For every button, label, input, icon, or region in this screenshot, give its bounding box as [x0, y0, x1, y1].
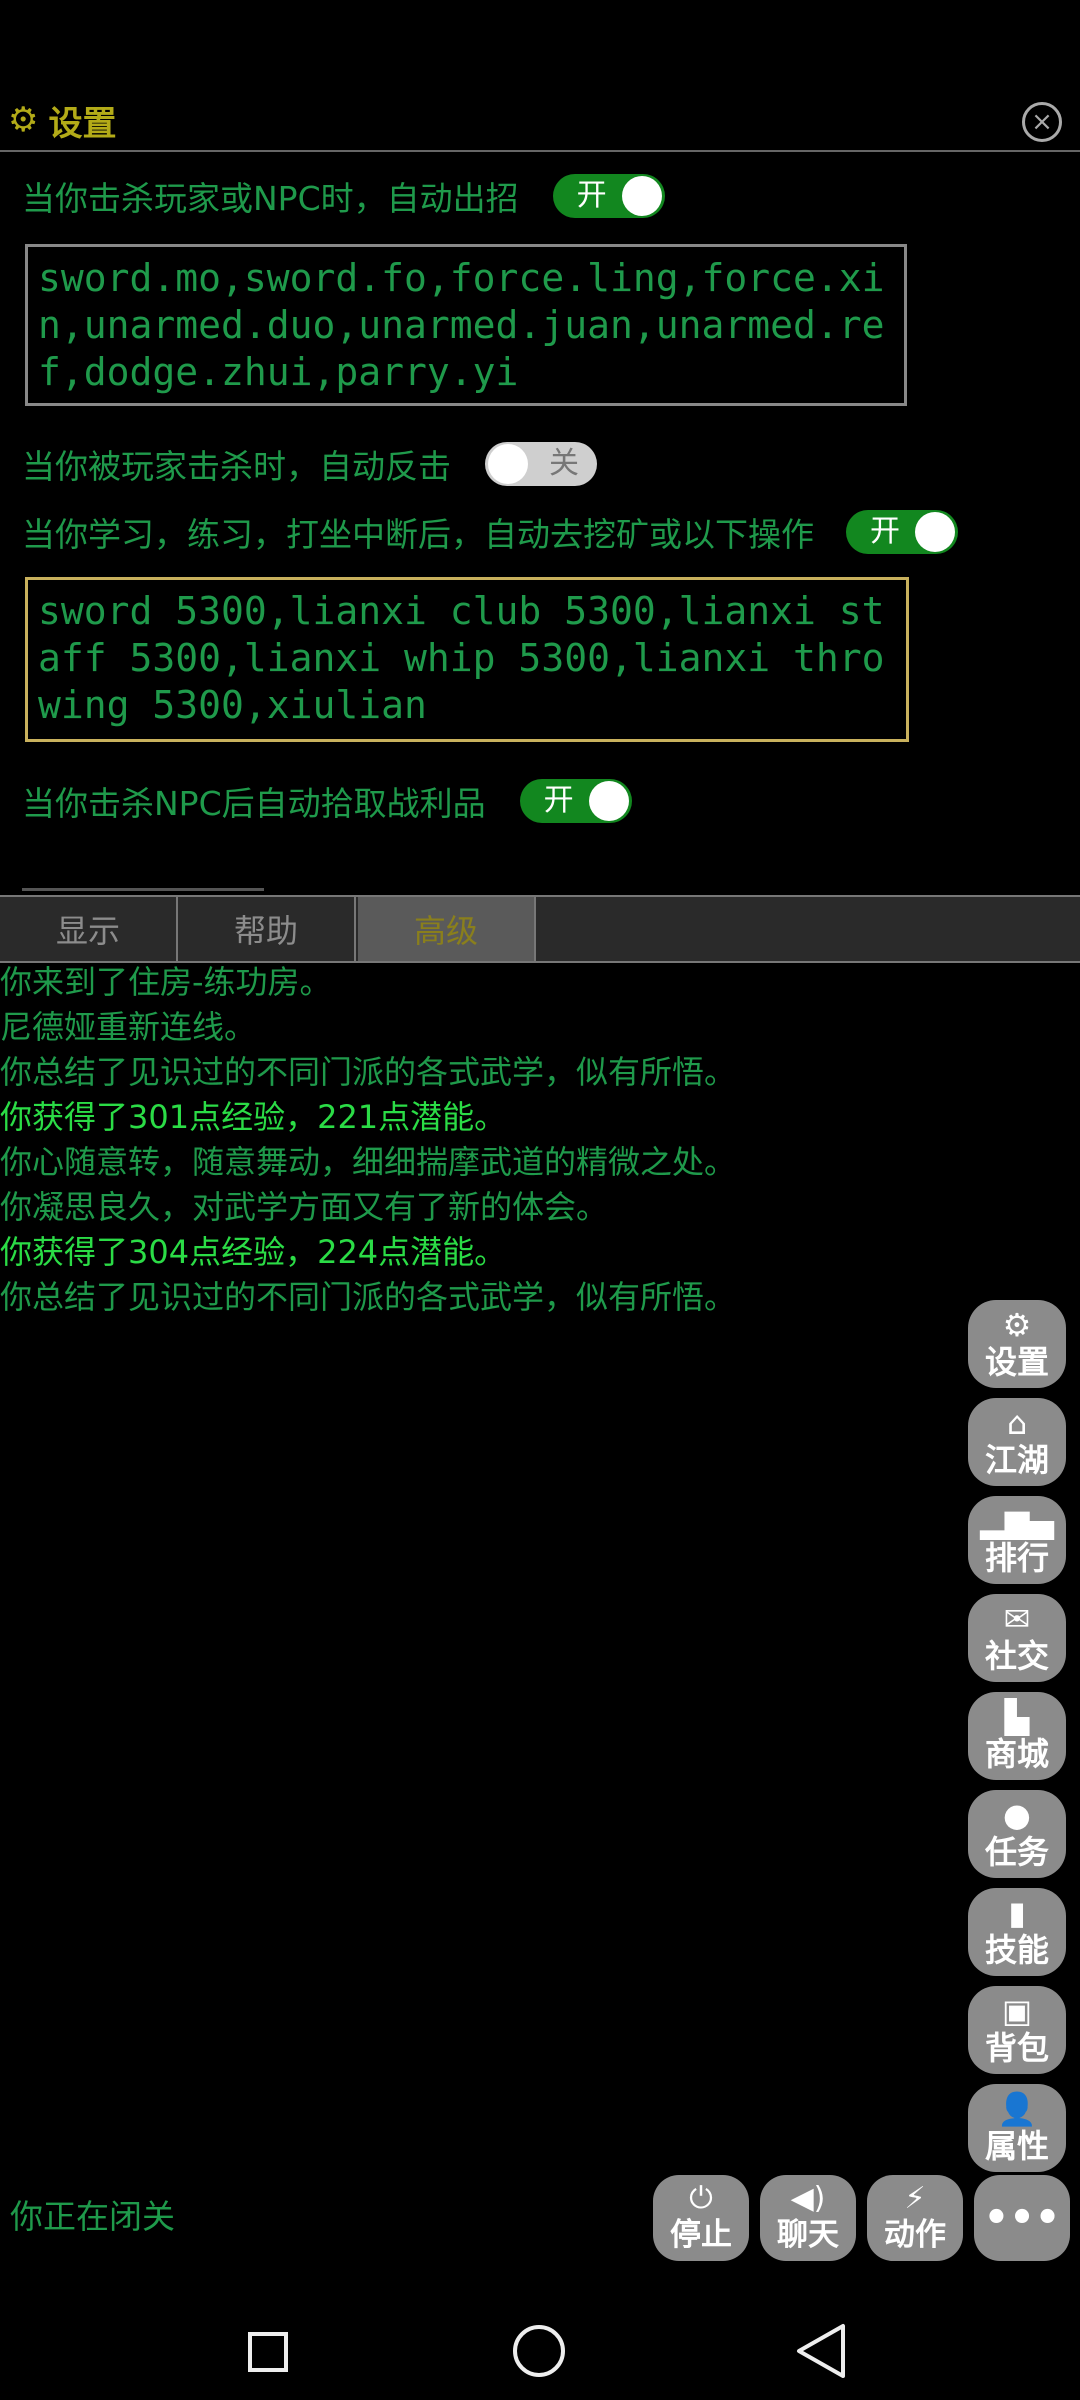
action-button[interactable]: ⚡ 动作	[867, 2175, 963, 2261]
bottom-button-label: 聊天	[777, 2217, 839, 2253]
log-line: 你来到了住房-练功房。	[0, 963, 332, 1001]
envelope-icon: ✉	[1003, 1600, 1031, 1638]
kill-auto-attack-toggle[interactable]: 开	[552, 174, 665, 218]
side-button-shop[interactable]: ▙ 商城	[968, 1692, 1066, 1780]
book-icon: ▮	[1008, 1894, 1026, 1932]
settings-header: ⚙ 设置 ×	[0, 90, 1080, 152]
bar-chart-icon: ▂▆▄	[980, 1502, 1054, 1540]
interrupt-commands-textarea[interactable]: p..... ..... ....... ......... , sword 5…	[25, 577, 909, 742]
settings-title-text: 设置	[48, 103, 117, 144]
side-button-settings[interactable]: ⚙ 设置	[968, 1300, 1066, 1388]
home-icon: ⌂	[1006, 1404, 1028, 1442]
home-nav-icon[interactable]	[513, 2325, 565, 2377]
power-icon: ⏻	[689, 2181, 713, 2216]
toggle-state-label: 关	[549, 446, 579, 481]
bottom-button-label: 停止	[670, 2217, 732, 2253]
log-line-highlight: 你获得了301点经验，221点潜能。	[0, 1098, 507, 1136]
log-line: 你总结了见识过的不同门派的各式武学，似有所悟。	[0, 1278, 737, 1316]
tab-display[interactable]: 显示	[0, 897, 178, 961]
more-icon: •••	[983, 2195, 1061, 2241]
close-icon[interactable]: ×	[1022, 102, 1062, 142]
kill-auto-attack-row: 当你击杀玩家或NPC时，自动出招 开	[22, 172, 665, 220]
message-log: 你来到了住房-练功房。 尼德娅重新连线。 你总结了见识过的不同门派的各式武学，似…	[0, 960, 960, 1320]
tab-advanced[interactable]: 高级	[358, 897, 536, 961]
toggle-knob	[488, 444, 528, 484]
lightning-icon: ⚡	[904, 2181, 926, 2216]
side-button-label: 排行	[984, 1539, 1049, 1577]
back-icon[interactable]	[795, 2322, 847, 2380]
side-button-inventory[interactable]: ▣ 背包	[968, 1986, 1066, 2074]
user-icon: 👤	[997, 2090, 1037, 2128]
status-text: 你正在闭关	[10, 2197, 175, 2236]
bottom-button-label: 动作	[884, 2217, 946, 2253]
interrupt-action-toggle[interactable]: 开	[846, 510, 958, 554]
log-line: 你心随意转，随意舞动，细细揣摩武道的精微之处。	[0, 1143, 737, 1181]
more-button[interactable]: •••	[974, 2175, 1070, 2261]
side-button-social[interactable]: ✉ 社交	[968, 1594, 1066, 1682]
toggle-state-label: 开	[576, 178, 607, 213]
side-button-label: 社交	[984, 1637, 1049, 1675]
speaker-icon: ◀)	[790, 2181, 826, 2216]
settings-tabs: 显示 帮助 高级	[0, 895, 1080, 963]
attack-skills-textarea[interactable]: sword.mo,sword.fo,force.ling,force.xin,u…	[25, 244, 907, 406]
toggle-state-label: 开	[543, 783, 574, 818]
side-button-quests[interactable]: ● 任务	[968, 1790, 1066, 1878]
gear-icon: ⚙	[8, 100, 39, 140]
side-button-attributes[interactable]: 👤 属性	[968, 2084, 1066, 2172]
side-button-label: 背包	[984, 2029, 1049, 2067]
kill-auto-attack-label: 当你击杀玩家或NPC时，自动出招	[22, 179, 519, 218]
interrupt-commands-text: sword 5300,lianxi club 5300,lianxi staff…	[38, 589, 885, 727]
log-line: 你总结了见识过的不同门派的各式武学，似有所悟。	[0, 1053, 737, 1091]
log-line: 你凝思良久，对武学方面又有了新的体会。	[0, 1188, 609, 1226]
briefcase-icon: ▣	[1001, 1992, 1033, 2030]
toggle-knob	[915, 512, 955, 552]
gear-icon: ⚙	[1002, 1306, 1032, 1344]
stop-button[interactable]: ⏻ 停止	[653, 2175, 749, 2261]
toggle-knob	[621, 176, 662, 216]
side-button-label: 设置	[984, 1343, 1049, 1381]
side-button-jianghu[interactable]: ⌂ 江湖	[968, 1398, 1066, 1486]
side-button-ranking[interactable]: ▂▆▄ 排行	[968, 1496, 1066, 1584]
counterattack-label: 当你被玩家击杀时，自动反击	[22, 447, 451, 486]
side-button-label: 任务	[984, 1833, 1049, 1871]
side-button-label: 属性	[984, 2127, 1049, 2165]
recent-apps-icon[interactable]	[248, 2332, 288, 2372]
side-button-label: 技能	[984, 1931, 1049, 1969]
interrupt-action-row: 当你学习，练习，打坐中断后，自动去挖矿或以下操作 开	[22, 508, 958, 556]
settings-title: ⚙ 设置	[8, 90, 116, 150]
counterattack-row: 当你被玩家击杀时，自动反击 关	[22, 440, 597, 488]
side-button-label: 商城	[984, 1735, 1049, 1773]
counterattack-toggle[interactable]: 关	[485, 442, 597, 486]
log-line-highlight: 你获得了304点经验，224点潜能。	[0, 1233, 507, 1271]
toggle-state-label: 开	[870, 514, 900, 549]
scroll-indicator	[22, 888, 264, 891]
side-button-label: 江湖	[984, 1441, 1049, 1479]
tab-help[interactable]: 帮助	[178, 897, 356, 961]
auto-loot-row: 当你击杀NPC后自动拾取战利品 开	[22, 777, 632, 825]
cart-icon: ▙	[1004, 1698, 1030, 1736]
auto-loot-label: 当你击杀NPC后自动拾取战利品	[22, 784, 486, 823]
side-button-skills[interactable]: ▮ 技能	[968, 1888, 1066, 1976]
chat-button[interactable]: ◀) 聊天	[760, 2175, 856, 2261]
system-navigation-bar	[0, 2290, 1080, 2400]
toggle-knob	[588, 781, 629, 821]
alert-icon: ●	[1003, 1796, 1031, 1834]
auto-loot-toggle[interactable]: 开	[519, 779, 632, 823]
scrolled-text-line: p..... ..... ....... ......... ,	[38, 580, 896, 588]
interrupt-action-label: 当你学习，练习，打坐中断后，自动去挖矿或以下操作	[22, 515, 814, 554]
log-line: 尼德娅重新连线。	[0, 1008, 257, 1046]
